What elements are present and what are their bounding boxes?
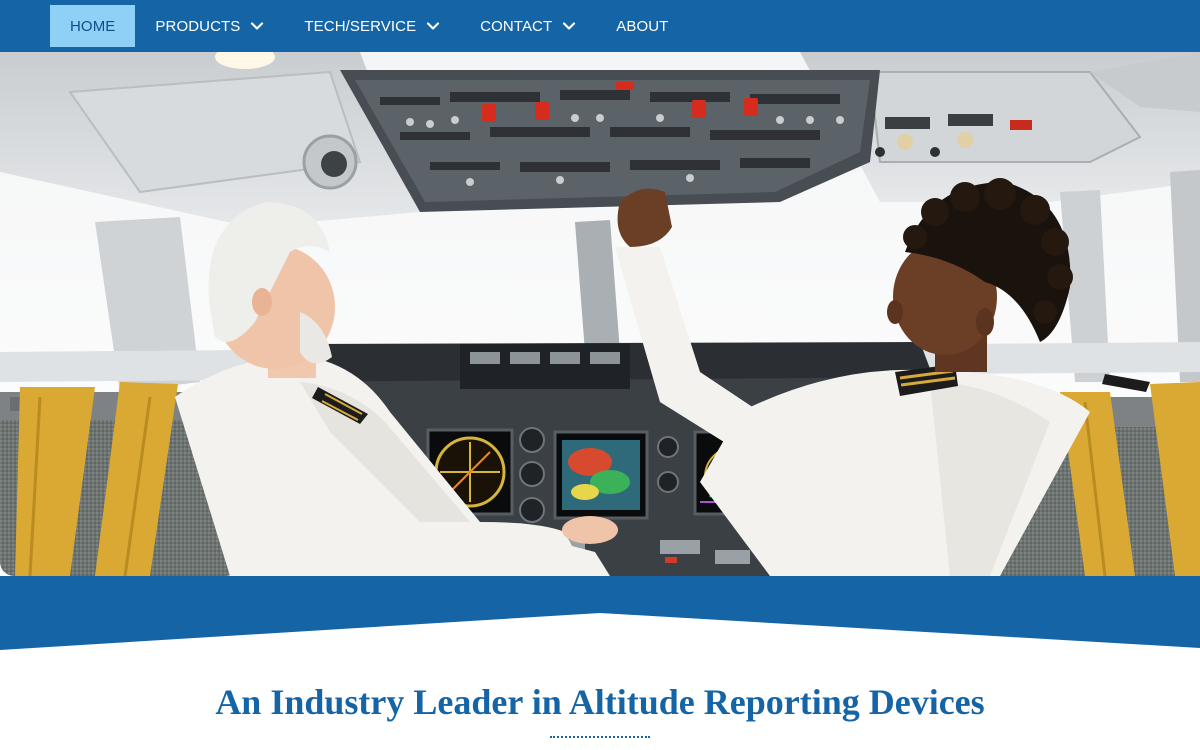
- nav-item-products[interactable]: PRODUCTS: [135, 5, 284, 47]
- headline-dotted-divider: [550, 736, 650, 738]
- nav-list: HOME PRODUCTS TECH/SERVICE CONTACT ABOUT: [50, 5, 688, 47]
- nav-item-home[interactable]: HOME: [50, 5, 136, 47]
- nav-item-tech-service[interactable]: TECH/SERVICE: [284, 5, 460, 47]
- nav-label-about: ABOUT: [616, 17, 669, 35]
- hero-image: [0, 52, 1200, 576]
- nav-label-contact: CONTACT: [480, 17, 553, 35]
- chevron-down-icon: [562, 19, 576, 33]
- chevron-down-icon: [250, 19, 264, 33]
- chevron-down-icon: [426, 19, 440, 33]
- nav-label-tech-service: TECH/SERVICE: [304, 17, 417, 35]
- nav-item-about[interactable]: ABOUT: [596, 5, 688, 47]
- nav-label-home: HOME: [70, 17, 116, 35]
- main-navbar: HOME PRODUCTS TECH/SERVICE CONTACT ABOUT: [0, 0, 1200, 52]
- nav-item-contact[interactable]: CONTACT: [460, 5, 596, 47]
- section-divider-band: [0, 576, 1200, 652]
- nav-label-products: PRODUCTS: [155, 17, 241, 35]
- page-headline: An Industry Leader in Altitude Reporting…: [215, 682, 985, 722]
